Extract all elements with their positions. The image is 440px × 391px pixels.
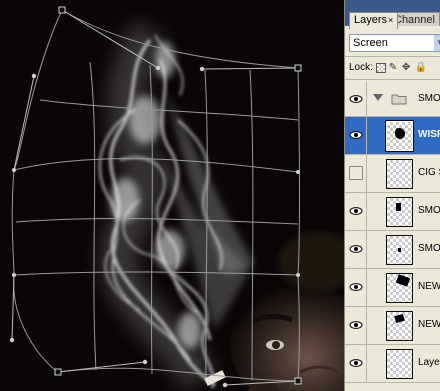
layer-name: SMOK [418, 93, 440, 104]
layer-name: Layer [418, 357, 440, 368]
lock-row: Lock: ✎ ✥ 🔒 [349, 60, 427, 76]
layer-row[interactable]: NEW_ [345, 269, 440, 307]
layer-row[interactable]: Layer [345, 345, 440, 383]
divider [366, 81, 367, 116]
layer-thumbnail [385, 120, 414, 152]
eye-icon[interactable] [349, 204, 363, 218]
lock-transparency-icon[interactable] [375, 63, 386, 73]
layer-group-row[interactable]: SMOK [345, 81, 440, 117]
layer-row[interactable]: SMOK [345, 231, 440, 269]
folder-icon [391, 94, 407, 105]
chevron-down-icon[interactable]: ▼ [434, 35, 440, 51]
panel-tab-strip: Layers× Channel [345, 0, 440, 29]
divider [366, 345, 367, 382]
layers-panel: Layers× Channel Screen ▼ Lock: ✎ ✥ 🔒 SMO… [344, 0, 440, 391]
layer-row[interactable]: SMOK [345, 193, 440, 231]
lock-paint-brush-icon[interactable]: ✎ [389, 63, 399, 73]
eye-icon[interactable] [349, 128, 363, 142]
blend-mode-value: Screen [353, 37, 388, 49]
eye-icon[interactable] [349, 318, 363, 332]
expand-triangle-icon[interactable] [373, 94, 383, 101]
tab-layers-label: Layers [354, 14, 388, 26]
layer-thumbnail [386, 311, 413, 341]
canvas-artwork [9, 6, 344, 391]
divider [366, 155, 367, 192]
divider [366, 193, 367, 230]
layer-name: SMOK [418, 243, 440, 254]
eye-icon[interactable] [349, 92, 363, 106]
layer-row[interactable]: CIG S [345, 155, 440, 193]
layer-name: NEW_ [418, 281, 440, 292]
visibility-toggle[interactable] [349, 166, 363, 180]
layer-thumbnail [386, 197, 413, 227]
tab-layers[interactable]: Layers× [349, 12, 399, 29]
blend-mode-select[interactable]: Screen ▼ [349, 34, 440, 52]
lock-move-icon[interactable]: ✥ [402, 63, 412, 73]
lock-all-icon[interactable]: 🔒 [415, 63, 427, 73]
layer-name: WISP [418, 129, 440, 140]
eye-icon[interactable] [349, 242, 363, 256]
layer-name: SMOK [418, 205, 440, 216]
close-icon[interactable]: × [388, 15, 393, 25]
lock-label: Lock: [349, 62, 373, 73]
divider [345, 56, 440, 57]
divider [366, 117, 367, 154]
document-canvas[interactable] [0, 0, 344, 391]
layer-name: CIG S [418, 167, 440, 178]
layer-thumbnail [386, 235, 413, 265]
tab-channels-label: Channel [394, 14, 435, 26]
layer-name: NEW_ [418, 319, 440, 330]
layer-row[interactable]: WISP [345, 117, 440, 155]
eye-icon[interactable] [349, 356, 363, 370]
divider [345, 79, 440, 80]
layer-thumbnail [386, 273, 413, 303]
layer-thumbnail [386, 349, 413, 379]
layer-row[interactable]: NEW_ [345, 307, 440, 345]
divider [366, 307, 367, 344]
layer-thumbnail [386, 159, 413, 189]
eye-icon[interactable] [349, 280, 363, 294]
divider [366, 231, 367, 268]
divider [366, 269, 367, 306]
layers-list: SMOK WISP CIG S SMOK SMOK [345, 81, 440, 383]
